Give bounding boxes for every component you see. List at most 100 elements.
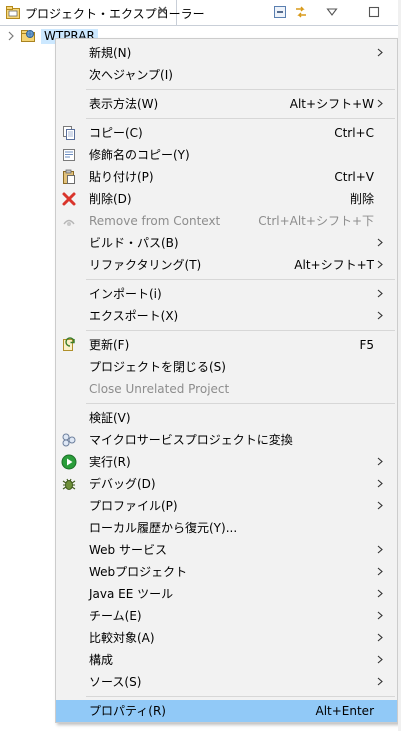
chevron-right-icon (377, 589, 383, 598)
menu-item-properties[interactable]: プロパティ(R) Alt+Enter (56, 700, 397, 722)
menu-item-label: Webプロジェクト (89, 565, 188, 579)
menu-item-debug[interactable]: デバッグ(D) (56, 473, 397, 495)
chevron-right-icon (377, 99, 383, 108)
menu-separator (86, 696, 395, 697)
view-header: プロジェクト・エクスプローラー (0, 0, 401, 26)
menu-item-copy-qualified-name[interactable]: 修飾名のコピー(Y) (56, 144, 397, 166)
chevron-right-icon (377, 311, 383, 320)
close-icon[interactable] (157, 5, 168, 16)
menu-item-label: プロジェクトを閉じる(S) (89, 360, 226, 374)
menu-item-accelerator: Ctrl+Alt+シフト+下 (258, 214, 374, 228)
menu-item-label: ソース(S) (89, 675, 142, 689)
menu-item-export[interactable]: エクスポート(X) (56, 305, 397, 327)
menu-item-label: 貼り付け(P) (89, 170, 154, 184)
chevron-right-icon (377, 677, 383, 686)
menu-item-label: 検証(V) (89, 411, 131, 425)
menu-item-label: エクスポート(X) (89, 309, 179, 323)
chevron-right-icon (377, 48, 383, 57)
menu-item-label: インポート(i) (89, 287, 162, 301)
menu-separator (86, 279, 395, 280)
menu-item-delete[interactable]: 削除(D) 削除 (56, 188, 397, 210)
menu-item-label: Remove from Context (89, 214, 221, 228)
menu-item-refactor[interactable]: リファクタリング(T) Alt+シフト+T (56, 254, 397, 276)
chevron-right-icon[interactable] (7, 31, 15, 41)
menu-item-label: デバッグ(D) (89, 477, 156, 491)
menu-item-source[interactable]: ソース(S) (56, 671, 397, 693)
menu-item-label: 比較対象(A) (89, 631, 155, 645)
chevron-right-icon (377, 545, 383, 554)
menu-item-accelerator: Alt+シフト+T (294, 258, 374, 272)
menu-item-label: Web サービス (89, 543, 167, 557)
menu-item-label: リファクタリング(T) (89, 258, 202, 272)
chevron-right-icon (377, 260, 383, 269)
menu-item-label: 次へジャンプ(I) (89, 68, 173, 82)
menu-item-restore-local-history[interactable]: ローカル履歴から復元(Y)... (56, 517, 397, 539)
chevron-right-icon (377, 567, 383, 576)
copy-icon (63, 126, 75, 140)
menu-item-close-unrelated-project[interactable]: Close Unrelated Project (56, 378, 397, 400)
menu-item-label: チーム(E) (89, 609, 142, 623)
menu-item-label: コピー(C) (89, 126, 143, 140)
run-icon (61, 454, 77, 470)
chevron-right-icon (377, 457, 383, 466)
menu-item-paste[interactable]: 貼り付け(P) Ctrl+V (56, 166, 397, 188)
menu-item-label: プロパティ(R) (89, 704, 166, 718)
menu-item-label: プロファイル(P) (89, 499, 178, 513)
copy-qualified-name-icon (63, 149, 75, 161)
menu-item-label: 削除(D) (89, 192, 132, 206)
paste-icon (63, 169, 75, 184)
chevron-right-icon (377, 238, 383, 247)
menu-item-label: 構成 (89, 653, 114, 667)
menu-item-remove-from-context[interactable]: Remove from Context Ctrl+Alt+シフト+下 (56, 210, 397, 232)
menu-item-label: Close Unrelated Project (89, 382, 230, 396)
menu-item-close-project[interactable]: プロジェクトを閉じる(S) (56, 356, 397, 378)
menu-item-show-in[interactable]: 表示方法(W) Alt+シフト+W (56, 93, 397, 115)
context-menu: 新規(N) 次へジャンプ(I) 表示方法(W) Alt+シフト+W コピー(C)… (55, 38, 398, 723)
menu-item-go-into[interactable]: 次へジャンプ(I) (56, 64, 397, 86)
menu-separator (86, 89, 395, 90)
menu-item-build-path[interactable]: ビルド・パス(B) (56, 232, 397, 254)
menu-item-compare-with[interactable]: 比較対象(A) (56, 627, 397, 649)
menu-item-refresh[interactable]: 更新(F) F5 (56, 334, 397, 356)
web-project-icon (21, 30, 35, 42)
chevron-right-icon (377, 655, 383, 664)
chevron-right-icon (377, 289, 383, 298)
menu-item-copy[interactable]: コピー(C) Ctrl+C (56, 122, 397, 144)
menu-item-accelerator: F5 (359, 338, 374, 352)
menu-item-label: マイクロサービスプロジェクトに変換 (89, 433, 293, 447)
menu-item-label: 新規(N) (89, 46, 132, 60)
link-with-editor-icon[interactable] (294, 5, 308, 19)
menu-item-import[interactable]: インポート(i) (56, 283, 397, 305)
menu-item-label: 表示方法(W) (89, 97, 159, 111)
menu-item-label: 更新(F) (89, 338, 130, 352)
menu-item-label: Java EE ツール (89, 587, 174, 601)
menu-item-web-services[interactable]: Web サービス (56, 539, 397, 561)
menu-item-validate[interactable]: 検証(V) (56, 407, 397, 429)
menu-item-accelerator: Alt+シフト+W (289, 97, 374, 111)
menu-item-new[interactable]: 新規(N) (56, 42, 397, 64)
menu-item-web-project[interactable]: Webプロジェクト (56, 561, 397, 583)
menu-item-label: 修飾名のコピー(Y) (89, 148, 190, 162)
menu-item-label: ビルド・パス(B) (89, 236, 179, 250)
menu-item-accelerator: Ctrl+C (334, 126, 374, 140)
menu-item-team[interactable]: チーム(E) (56, 605, 397, 627)
minimize-icon[interactable] (367, 5, 381, 19)
tab-title: プロジェクト・エクスプローラー (25, 7, 205, 21)
collapse-all-icon[interactable] (273, 5, 287, 19)
menu-item-convert-microservice[interactable]: マイクロサービスプロジェクトに変換 (56, 429, 397, 451)
microservice-icon (62, 433, 76, 447)
view-menu-icon[interactable] (325, 5, 339, 19)
menu-separator (86, 330, 395, 331)
menu-separator (86, 403, 395, 404)
tab-project-explorer[interactable]: プロジェクト・エクスプローラー (0, 0, 205, 25)
menu-separator (86, 118, 395, 119)
menu-item-label: ローカル履歴から復元(Y)... (89, 521, 238, 535)
menu-item-java-ee-tools[interactable]: Java EE ツール (56, 583, 397, 605)
menu-item-accelerator: Ctrl+V (334, 170, 374, 184)
menu-item-profile[interactable]: プロファイル(P) (56, 495, 397, 517)
chevron-right-icon (377, 479, 383, 488)
package-explorer-icon (6, 6, 20, 19)
menu-item-run[interactable]: 実行(R) (56, 451, 397, 473)
menu-item-configure[interactable]: 構成 (56, 649, 397, 671)
menu-item-accelerator: Alt+Enter (315, 704, 374, 718)
